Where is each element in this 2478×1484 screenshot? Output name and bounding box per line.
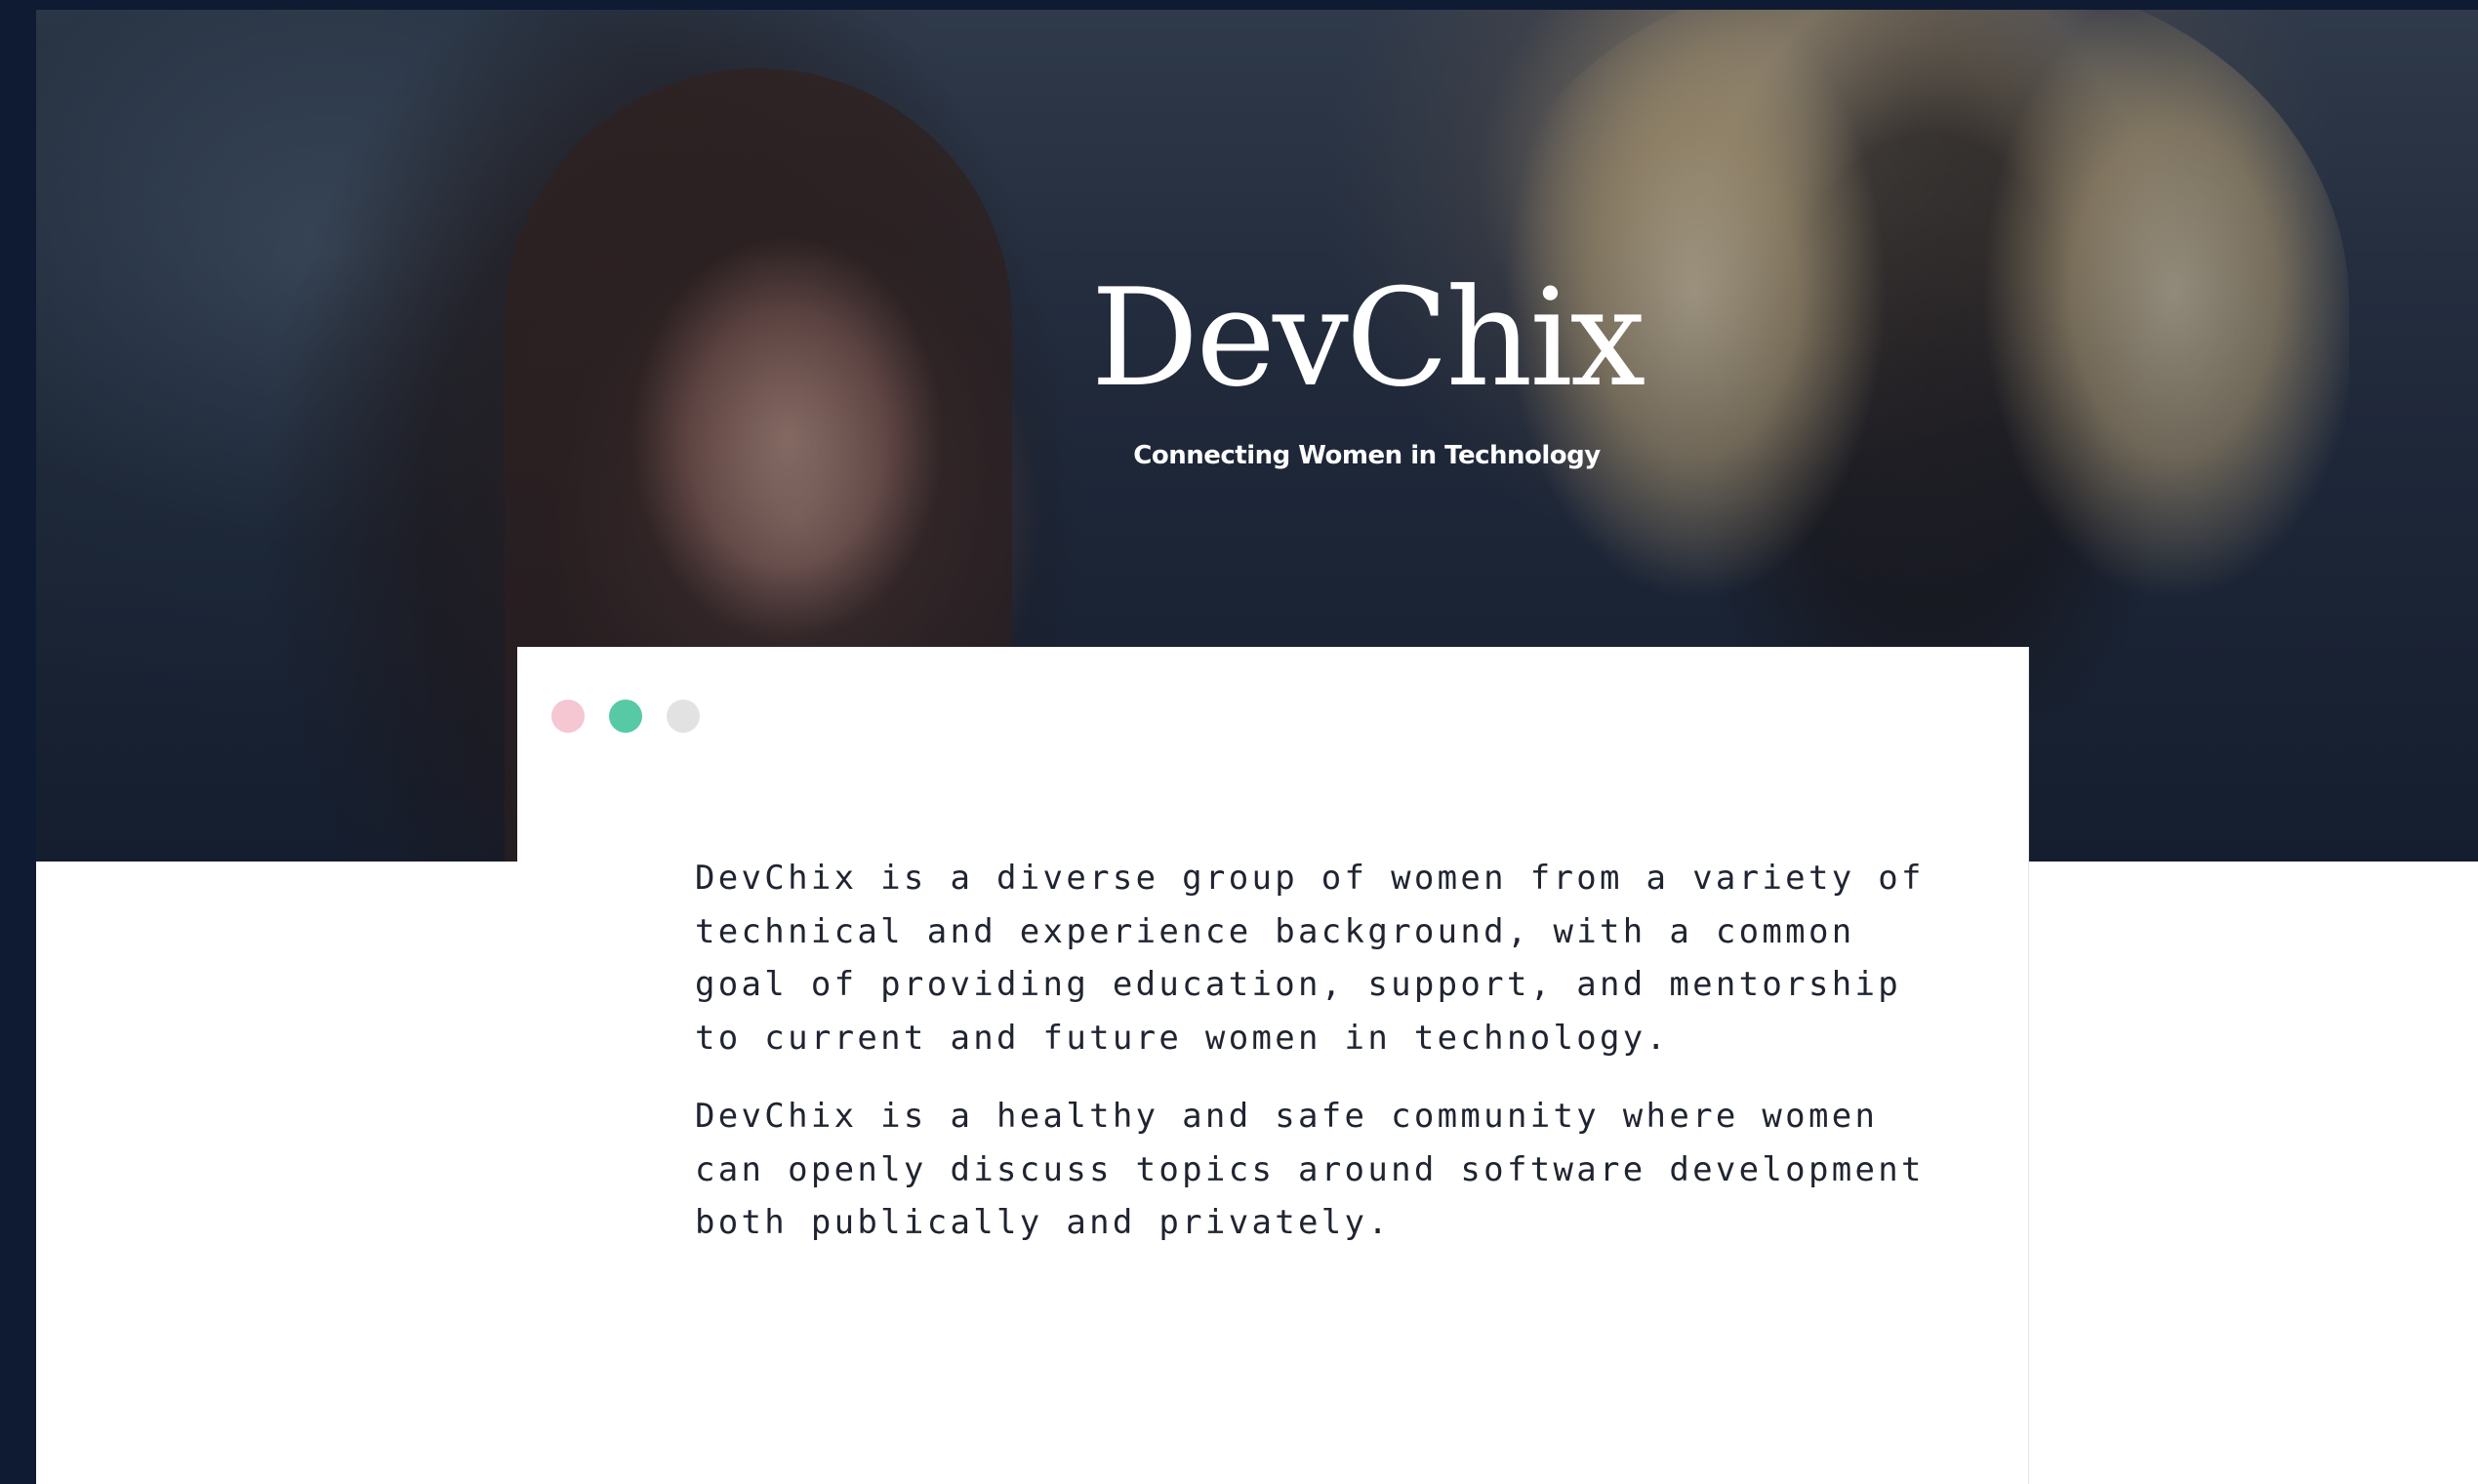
grey-dot bbox=[667, 700, 700, 733]
about-paragraph-1: DevChix is a diverse group of women from… bbox=[695, 859, 1925, 1058]
green-dot bbox=[609, 700, 642, 733]
about-card: DevChix is a diverse group of women from… bbox=[517, 647, 2029, 1484]
brand-title-container: DevChix bbox=[36, 271, 2478, 406]
about-paragraph-2: DevChix is a healthy and safe community … bbox=[695, 1097, 1925, 1242]
brand-tagline-container: Connecting Women in Technology bbox=[36, 441, 2478, 470]
brand-tagline: Connecting Women in Technology bbox=[1133, 441, 1601, 470]
brand-title: DevChix bbox=[1090, 260, 1646, 417]
pink-dot bbox=[551, 700, 585, 733]
page: DevChix Connecting Women in Technology D… bbox=[36, 10, 2478, 1484]
about-text: DevChix is a diverse group of women from… bbox=[695, 852, 1934, 1275]
